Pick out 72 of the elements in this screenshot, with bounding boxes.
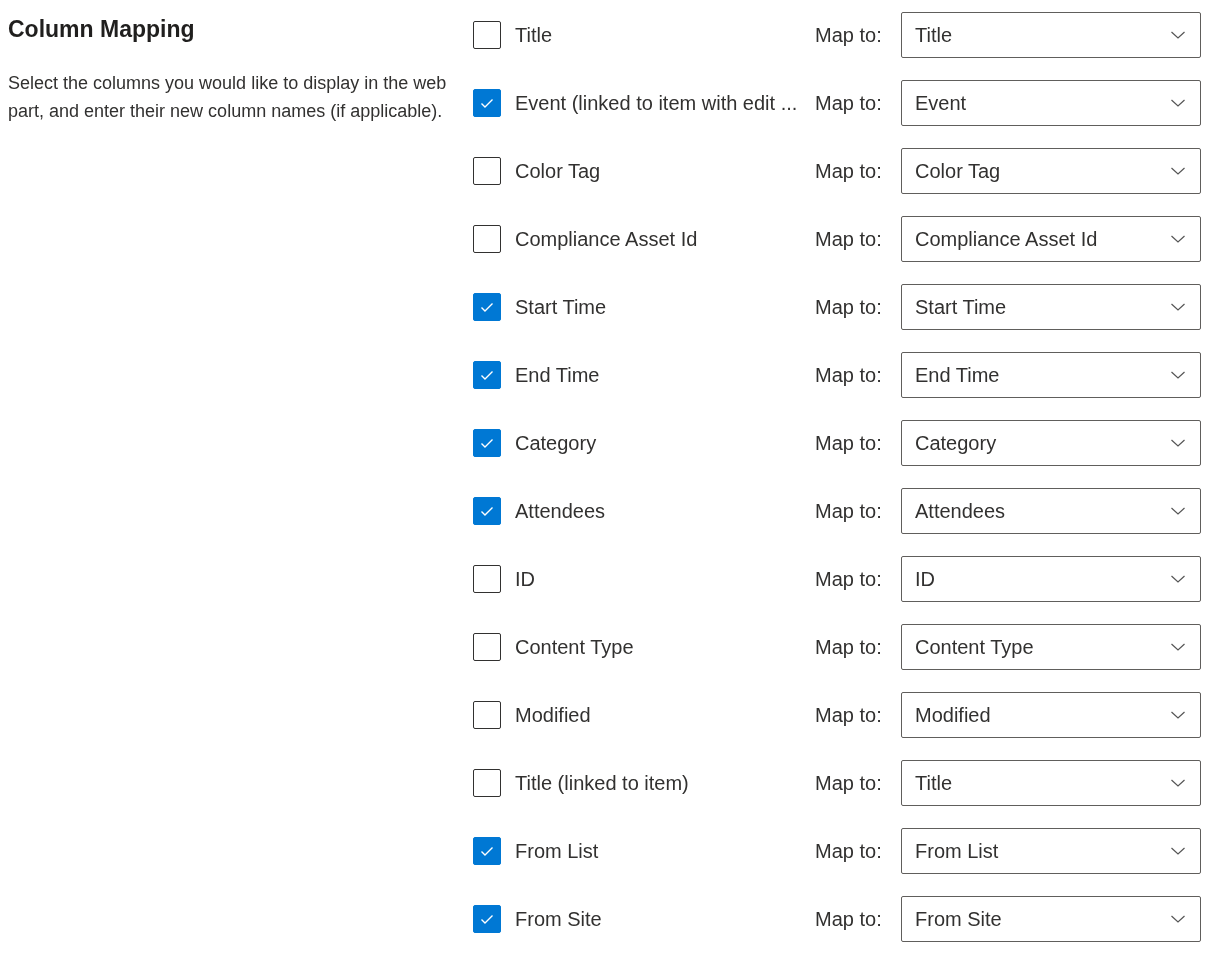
- chevron-down-icon: [1170, 846, 1186, 856]
- column-dropdown[interactable]: Compliance Asset Id: [901, 216, 1201, 262]
- chevron-down-icon: [1170, 30, 1186, 40]
- column-label: Color Tag: [515, 159, 602, 183]
- map-to-label: Map to:: [815, 567, 883, 591]
- column-dropdown[interactable]: Color Tag: [901, 148, 1201, 194]
- chevron-down-icon: [1170, 574, 1186, 584]
- map-to-label: Map to:: [815, 23, 883, 47]
- chevron-down-icon: [1170, 98, 1186, 108]
- map-to-label: Map to:: [815, 227, 883, 251]
- column-dropdown[interactable]: Modified: [901, 692, 1201, 738]
- checkbox[interactable]: [473, 225, 501, 253]
- column-label: End Time: [515, 363, 601, 387]
- column-label: Content Type: [515, 635, 635, 659]
- checkbox[interactable]: [473, 633, 501, 661]
- map-to-label: Map to:: [815, 363, 883, 387]
- chevron-down-icon: [1170, 302, 1186, 312]
- column-label: Event (linked to item with edit ...: [515, 91, 799, 115]
- chevron-down-icon: [1170, 234, 1186, 244]
- column-dropdown[interactable]: ID: [901, 556, 1201, 602]
- column-dropdown[interactable]: Title: [901, 760, 1201, 806]
- column-label: Title: [515, 23, 554, 47]
- column-dropdown[interactable]: Start Time: [901, 284, 1201, 330]
- chevron-down-icon: [1170, 370, 1186, 380]
- map-to-label: Map to:: [815, 499, 883, 523]
- checkbox[interactable]: [473, 293, 501, 321]
- column-label: From Site: [515, 907, 603, 931]
- chevron-down-icon: [1170, 166, 1186, 176]
- section-title: Column Mapping: [8, 16, 196, 43]
- map-to-label: Map to:: [815, 635, 883, 659]
- column-dropdown[interactable]: Event: [901, 80, 1201, 126]
- checkbox[interactable]: [473, 429, 501, 457]
- chevron-down-icon: [1170, 778, 1186, 788]
- column-label: Start Time: [515, 295, 608, 319]
- column-label: From List: [515, 839, 600, 863]
- checkbox[interactable]: [473, 157, 501, 185]
- checkbox[interactable]: [473, 769, 501, 797]
- map-to-label: Map to:: [815, 703, 883, 727]
- column-dropdown[interactable]: End Time: [901, 352, 1201, 398]
- checkbox[interactable]: [473, 701, 501, 729]
- map-to-label: Map to:: [815, 159, 883, 183]
- checkbox[interactable]: [473, 497, 501, 525]
- column-label: Modified: [515, 703, 592, 727]
- section-description: Select the columns you would like to display in the web part, and enter their new column names (if applicable).: [8, 72, 448, 123]
- column-dropdown[interactable]: Attendees: [901, 488, 1201, 534]
- chevron-down-icon: [1170, 642, 1186, 652]
- checkbox[interactable]: [473, 21, 501, 49]
- chevron-down-icon: [1170, 506, 1186, 516]
- column-dropdown[interactable]: Content Type: [901, 624, 1201, 670]
- checkbox[interactable]: [473, 89, 501, 117]
- checkbox[interactable]: [473, 837, 501, 865]
- checkbox[interactable]: [473, 905, 501, 933]
- column-dropdown[interactable]: Category: [901, 420, 1201, 466]
- column-dropdown[interactable]: Title: [901, 12, 1201, 58]
- column-dropdown[interactable]: From List: [901, 828, 1201, 874]
- column-dropdown[interactable]: From Site: [901, 896, 1201, 942]
- map-to-label: Map to:: [815, 907, 883, 931]
- column-label: Attendees: [515, 499, 607, 523]
- column-label: Category: [515, 431, 598, 455]
- column-label: ID: [515, 567, 536, 591]
- map-to-label: Map to:: [815, 771, 883, 795]
- chevron-down-icon: [1170, 914, 1186, 924]
- map-to-label: Map to:: [815, 91, 883, 115]
- chevron-down-icon: [1170, 710, 1186, 720]
- column-label: Title (linked to item): [515, 771, 690, 795]
- map-to-label: Map to:: [815, 839, 883, 863]
- column-label: Compliance Asset Id: [515, 227, 699, 251]
- map-to-label: Map to:: [815, 295, 883, 319]
- chevron-down-icon: [1170, 438, 1186, 448]
- map-to-label: Map to:: [815, 431, 883, 455]
- checkbox[interactable]: [473, 565, 501, 593]
- checkbox[interactable]: [473, 361, 501, 389]
